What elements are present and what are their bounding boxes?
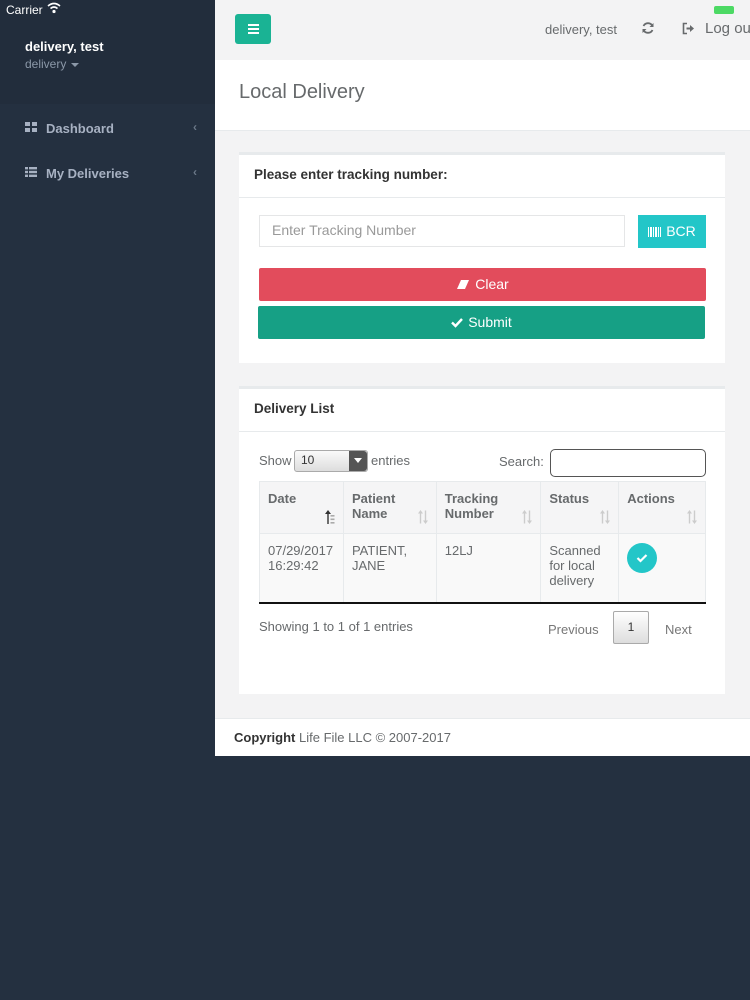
- chevron-left-icon: ‹: [193, 120, 197, 134]
- logout-link[interactable]: Log out: [705, 20, 750, 37]
- tracking-number-field: [259, 215, 625, 247]
- main-content: delivery, test Log out Local Delivery Pl…: [215, 0, 750, 756]
- complete-delivery-button[interactable]: [627, 543, 658, 573]
- ios-status-bar: Carrier: [0, 0, 750, 20]
- tracking-panel-header: Please enter tracking number:: [239, 155, 725, 198]
- entries-label: entries: [371, 453, 411, 468]
- sort-both-icon: [687, 510, 697, 524]
- battery-icon: [714, 6, 734, 14]
- caret-down-icon: [71, 62, 80, 67]
- sort-ascending-icon: [324, 510, 335, 524]
- hamburger-icon: [248, 24, 259, 26]
- sign-out-icon[interactable]: [682, 22, 695, 35]
- hamburger-icon: [248, 28, 259, 30]
- dashboard-icon: [25, 122, 37, 132]
- column-header-tracking-number[interactable]: Tracking Number: [435, 481, 542, 534]
- tracking-panel-title: Please enter tracking number:: [254, 167, 448, 182]
- delivery-list-panel: Delivery List Show 10 entries Search: Da…: [239, 386, 725, 694]
- cell-patient-name: PATIENT, JANE: [342, 533, 437, 604]
- next-page-button[interactable]: Next: [665, 622, 692, 637]
- column-header-label: Patient Name: [351, 491, 396, 521]
- page-footer: Copyright Life File LLC © 2007-2017: [215, 718, 750, 756]
- previous-page-button[interactable]: Previous: [548, 622, 599, 637]
- top-user-name: delivery, test: [545, 22, 618, 37]
- barcode-icon: [648, 227, 662, 237]
- delivery-table: Date Patient Name Tracking Number Status…: [259, 481, 706, 604]
- cell-status: Scanned for local delivery: [540, 533, 620, 604]
- show-label: Show: [259, 453, 292, 468]
- sidebar: delivery, test delivery Dashboard ‹ My D…: [0, 0, 215, 1000]
- entries-length-value: 10: [301, 453, 315, 467]
- cell-actions: [618, 533, 706, 604]
- delivery-list-header: Delivery List: [239, 389, 725, 432]
- dropdown-arrow-icon: [349, 451, 367, 471]
- copyright-company: Life File LLC © 2007-2017: [299, 730, 451, 745]
- wifi-icon: [47, 2, 61, 14]
- tracking-number-input[interactable]: [260, 216, 624, 244]
- profile-role-label: delivery: [25, 57, 67, 71]
- column-header-label: Tracking Number: [444, 491, 499, 521]
- sort-both-icon: [600, 510, 611, 524]
- column-header-actions[interactable]: Actions: [618, 481, 706, 534]
- column-header-status[interactable]: Status: [540, 481, 620, 534]
- sort-both-icon: [522, 510, 533, 524]
- table-info: Showing 1 to 1 of 1 entries: [259, 619, 413, 634]
- list-icon: [25, 167, 37, 177]
- column-header-label: Date: [268, 491, 297, 506]
- check-icon: [451, 318, 464, 328]
- profile-role-dropdown[interactable]: delivery: [25, 57, 80, 71]
- page-heading: Local Delivery: [215, 60, 750, 131]
- copyright-label: Copyright: [234, 730, 296, 745]
- clear-label: Clear: [475, 276, 509, 292]
- cell-date: 07/29/2017 16:29:42: [259, 533, 344, 604]
- sort-both-icon: [417, 510, 428, 524]
- column-header-date[interactable]: Date: [259, 481, 344, 534]
- column-header-label: Status: [549, 491, 590, 506]
- profile-name: delivery, test: [25, 39, 104, 54]
- search-label: Search:: [499, 454, 544, 469]
- bcr-button[interactable]: BCR: [638, 215, 706, 248]
- table-row: 07/29/2017 16:29:42 PATIENT, JANE 12LJ S…: [259, 533, 706, 604]
- sidebar-item-label: My Deliveries: [46, 166, 130, 181]
- carrier-label: Carrier: [6, 3, 43, 17]
- sidebar-item-dashboard[interactable]: Dashboard ‹: [0, 106, 215, 150]
- eraser-icon: [457, 280, 470, 289]
- entries-length-select[interactable]: 10: [294, 450, 368, 472]
- page-title: Local Delivery: [239, 81, 365, 103]
- refresh-icon[interactable]: [641, 21, 655, 35]
- table-search-input[interactable]: [550, 449, 706, 477]
- delivery-list-title: Delivery List: [254, 401, 335, 416]
- tracking-panel: Please enter tracking number: BCR Clear …: [239, 152, 725, 363]
- sidebar-item-label: Dashboard: [46, 121, 114, 136]
- bcr-label: BCR: [666, 223, 696, 239]
- column-header-patient-name[interactable]: Patient Name: [342, 481, 437, 534]
- column-header-label: Actions: [627, 491, 675, 506]
- cell-tracking-number: 12LJ: [435, 533, 542, 604]
- submit-label: Submit: [468, 314, 512, 330]
- chevron-left-icon: ‹: [193, 165, 197, 179]
- hamburger-icon: [248, 32, 259, 34]
- sidebar-item-my-deliveries[interactable]: My Deliveries ‹: [0, 151, 215, 195]
- page-1-button[interactable]: 1: [613, 611, 649, 644]
- submit-button[interactable]: Submit: [258, 306, 705, 339]
- clear-button[interactable]: Clear: [259, 268, 706, 301]
